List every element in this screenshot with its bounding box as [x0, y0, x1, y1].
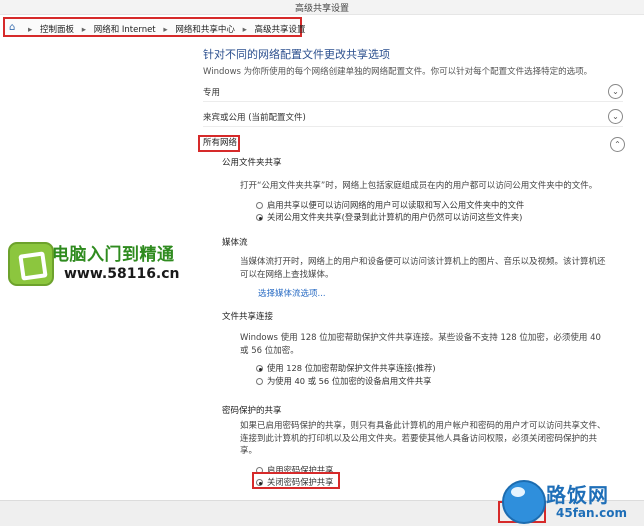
watermark-site-url: 45fan.com	[556, 506, 627, 520]
file-sharing-title: 文件共享连接	[222, 312, 274, 322]
address-bar[interactable]: ⌂ ▸ 控制面板 ▸ 网络和 Internet ▸ 网络和共享中心 ▸ 高级共享…	[3, 17, 306, 37]
network-icon: ⌂	[9, 22, 16, 33]
public-folder-option-enable[interactable]: 启用共享以便可以访问网络的用户可以读取和写入公用文件夹中的文件	[256, 199, 524, 211]
title-bar: 高级共享设置	[0, 0, 644, 15]
page-heading: 针对不同的网络配置文件更改共享选项	[203, 48, 390, 61]
radio-button[interactable]	[256, 479, 263, 486]
page-description: Windows 为你所使用的每个网络创建单独的网络配置文件。你可以针对每个配置文…	[203, 67, 593, 77]
breadcrumb-separator: ▸	[28, 25, 33, 35]
radio-button[interactable]	[256, 202, 263, 209]
password-sharing-title: 密码保护的共享	[222, 406, 282, 416]
chevron-down-icon[interactable]: ⌄	[608, 109, 623, 124]
media-streaming-title: 媒体流	[222, 238, 248, 248]
file-sharing-option-40-56[interactable]: 为使用 40 或 56 位加密的设备启用文件共享	[256, 375, 431, 387]
file-sharing-text: Windows 使用 128 位加密帮助保护文件共享连接。某些设备不支持 128…	[240, 333, 601, 356]
file-sharing-option-128[interactable]: 使用 128 位加密帮助保护文件共享连接(推荐)	[256, 362, 436, 374]
option-label: 为使用 40 或 56 位加密的设备启用文件共享	[267, 376, 432, 386]
breadcrumb-control-panel[interactable]: 控制面板	[40, 25, 74, 35]
chevron-up-icon[interactable]: ⌃	[610, 137, 625, 152]
radio-button[interactable]	[256, 365, 263, 372]
password-sharing-text: 如果已启用密码保护的共享，则只有具备此计算机的用户帐户和密码的用户才可以访问共享…	[240, 421, 606, 456]
breadcrumb-separator: ▸	[242, 25, 247, 35]
watermark-58116: 电脑入门到精通 www.58116.cn	[2, 238, 210, 290]
profile-private-label: 专用	[203, 88, 221, 98]
breadcrumb: ▸ 控制面板 ▸ 网络和 Internet ▸ 网络和共享中心 ▸ 高级共享设置	[23, 23, 306, 35]
option-label: 关闭公用文件夹共享(登录到此计算机的用户仍然可以访问这些文件夹)	[267, 212, 523, 222]
breadcrumb-advanced-sharing[interactable]: 高级共享设置	[255, 25, 306, 35]
window-title: 高级共享设置	[294, 4, 349, 14]
watermark-site-url: www.58116.cn	[64, 266, 180, 282]
radio-button[interactable]	[256, 214, 263, 221]
globe-logo-icon	[502, 480, 546, 524]
profile-guest-public-row[interactable]: 来宾或公用 (当前配置文件) ⌄	[203, 108, 623, 127]
breadcrumb-separator: ▸	[81, 25, 86, 35]
profile-guest-public-label: 来宾或公用 (当前配置文件)	[203, 113, 306, 123]
option-label: 关闭密码保护共享	[267, 477, 334, 487]
radio-button[interactable]	[256, 378, 263, 385]
profile-private-row[interactable]: 专用 ⌄	[203, 83, 623, 102]
breadcrumb-network-internet[interactable]: 网络和 Internet	[94, 25, 156, 35]
password-option-disable[interactable]: 关闭密码保护共享	[256, 476, 333, 488]
media-streaming-text: 当媒体流打开时，网络上的用户和设备便可以访问该计算机上的图片、音乐以及视频。该计…	[240, 257, 606, 280]
profile-all-networks-label[interactable]: 所有网络	[198, 135, 240, 152]
option-label: 使用 128 位加密帮助保护文件共享连接(推荐)	[267, 363, 436, 373]
public-folder-title: 公用文件夹共享	[222, 158, 282, 168]
breadcrumb-network-sharing-center[interactable]: 网络和共享中心	[175, 25, 235, 35]
option-label: 启用共享以便可以访问网络的用户可以读取和写入公用文件夹中的文件	[267, 200, 525, 210]
breadcrumb-separator: ▸	[163, 25, 168, 35]
media-streaming-link[interactable]: 选择媒体流选项...	[258, 287, 326, 299]
chevron-down-icon[interactable]: ⌄	[608, 84, 623, 99]
public-folder-option-disable[interactable]: 关闭公用文件夹共享(登录到此计算机的用户仍然可以访问这些文件夹)	[256, 211, 522, 223]
watermark-site-name: 电脑入门到精通	[52, 245, 175, 265]
logo-icon	[8, 242, 54, 286]
public-folder-text: 打开“公用文件夹共享”时，网络上包括家庭组成员在内的用户都可以访问公用文件夹中的…	[240, 181, 598, 191]
watermark-45fan: 路饭网 45fan.com	[500, 476, 644, 525]
watermark-site-name: 路饭网	[546, 483, 609, 507]
